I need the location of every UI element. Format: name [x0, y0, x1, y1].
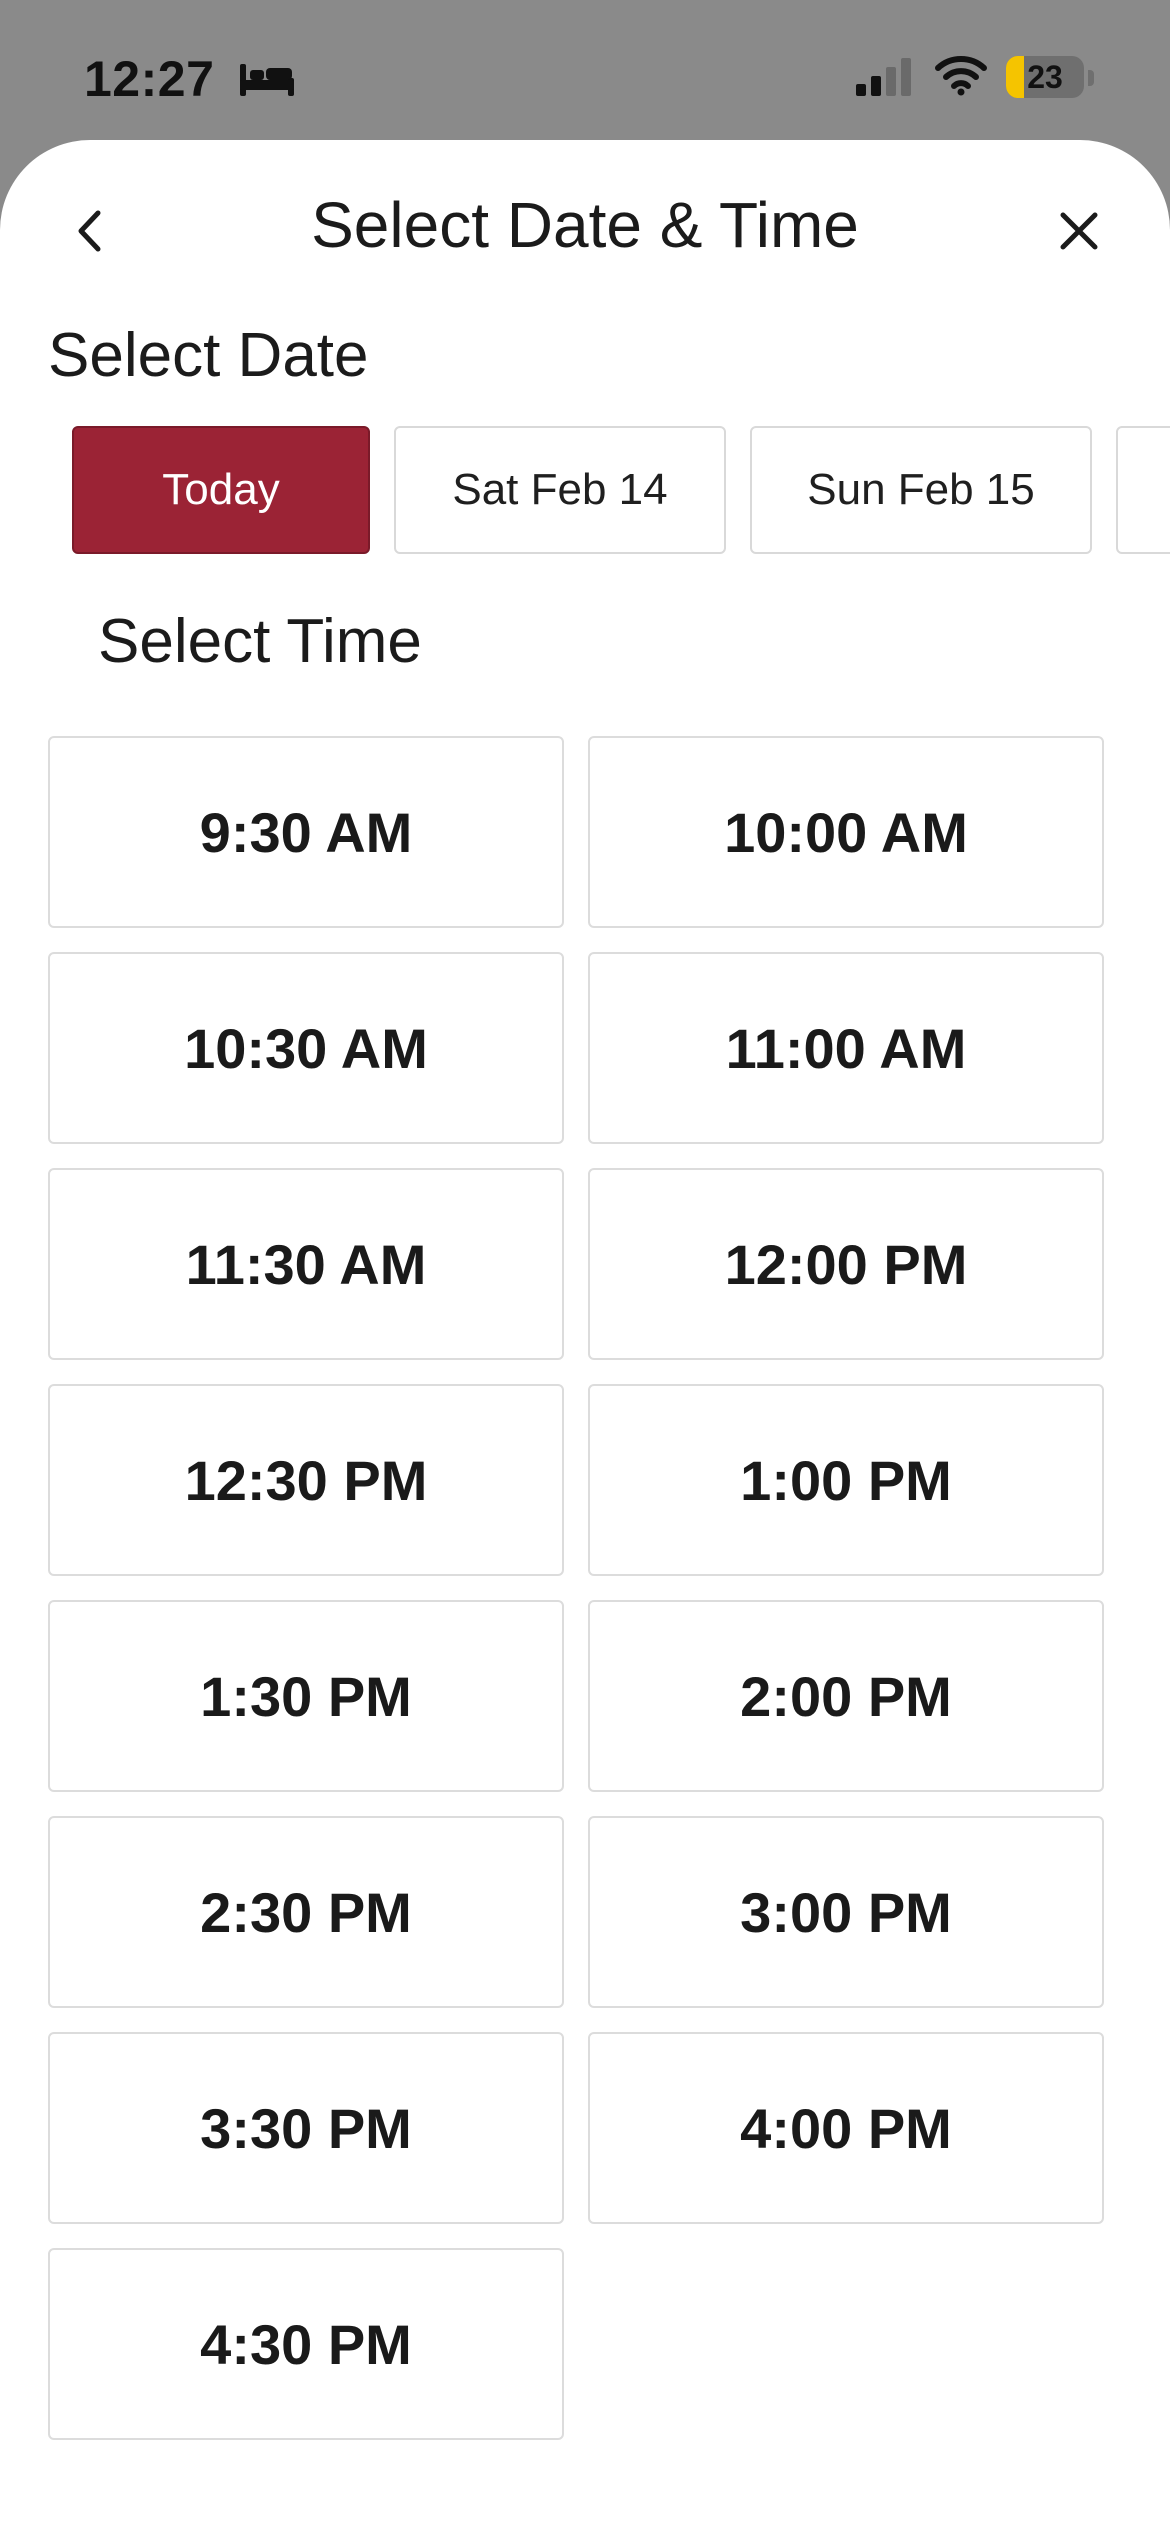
- date-chip[interactable]: Sat Feb 14: [394, 426, 726, 554]
- battery-cap: [1088, 70, 1094, 86]
- bed-icon: [240, 64, 294, 96]
- date-chip[interactable]: Sun Feb 15: [750, 426, 1092, 554]
- time-slot[interactable]: 2:30 PM: [48, 1816, 564, 2008]
- wifi-icon: [935, 56, 987, 96]
- page-title: Select Date & Time: [311, 189, 859, 261]
- time-slot-grid: 9:30 AM 10:00 AM 10:30 AM 11:00 AM 11:30…: [48, 736, 1104, 2440]
- select-time-label: Select Time: [98, 607, 422, 676]
- close-button[interactable]: [1034, 186, 1124, 276]
- time-slot[interactable]: 12:30 PM: [48, 1384, 564, 1576]
- time-slot[interactable]: 3:30 PM: [48, 2032, 564, 2224]
- time-slot[interactable]: 10:30 AM: [48, 952, 564, 1144]
- time-slot[interactable]: 11:00 AM: [588, 952, 1104, 1144]
- status-bar: 12:27 23: [0, 0, 1170, 150]
- time-slot[interactable]: 1:00 PM: [588, 1384, 1104, 1576]
- close-icon: [1060, 212, 1098, 250]
- signal-icon: [856, 58, 911, 96]
- time-slot[interactable]: 10:00 AM: [588, 736, 1104, 928]
- sheet-header: Select Date & Time: [0, 140, 1170, 310]
- select-date-label: Select Date: [48, 321, 369, 390]
- time-slot[interactable]: 2:00 PM: [588, 1600, 1104, 1792]
- date-chip[interactable]: [1116, 426, 1170, 554]
- status-time: 12:27: [84, 51, 215, 107]
- time-slot[interactable]: 4:30 PM: [48, 2248, 564, 2440]
- date-time-sheet: Select Date & Time Select Date Today Sat…: [0, 140, 1170, 2532]
- date-selector: Today Sat Feb 14 Sun Feb 15: [72, 426, 1170, 558]
- time-slot[interactable]: 3:00 PM: [588, 1816, 1104, 2008]
- date-chip[interactable]: Today: [72, 426, 370, 554]
- time-slot[interactable]: 1:30 PM: [48, 1600, 564, 1792]
- battery-icon: 23: [1006, 56, 1084, 98]
- time-slot[interactable]: 4:00 PM: [588, 2032, 1104, 2224]
- time-slot[interactable]: 12:00 PM: [588, 1168, 1104, 1360]
- time-slot[interactable]: 9:30 AM: [48, 736, 564, 928]
- time-slot[interactable]: 11:30 AM: [48, 1168, 564, 1360]
- battery-level: 23: [1027, 58, 1063, 95]
